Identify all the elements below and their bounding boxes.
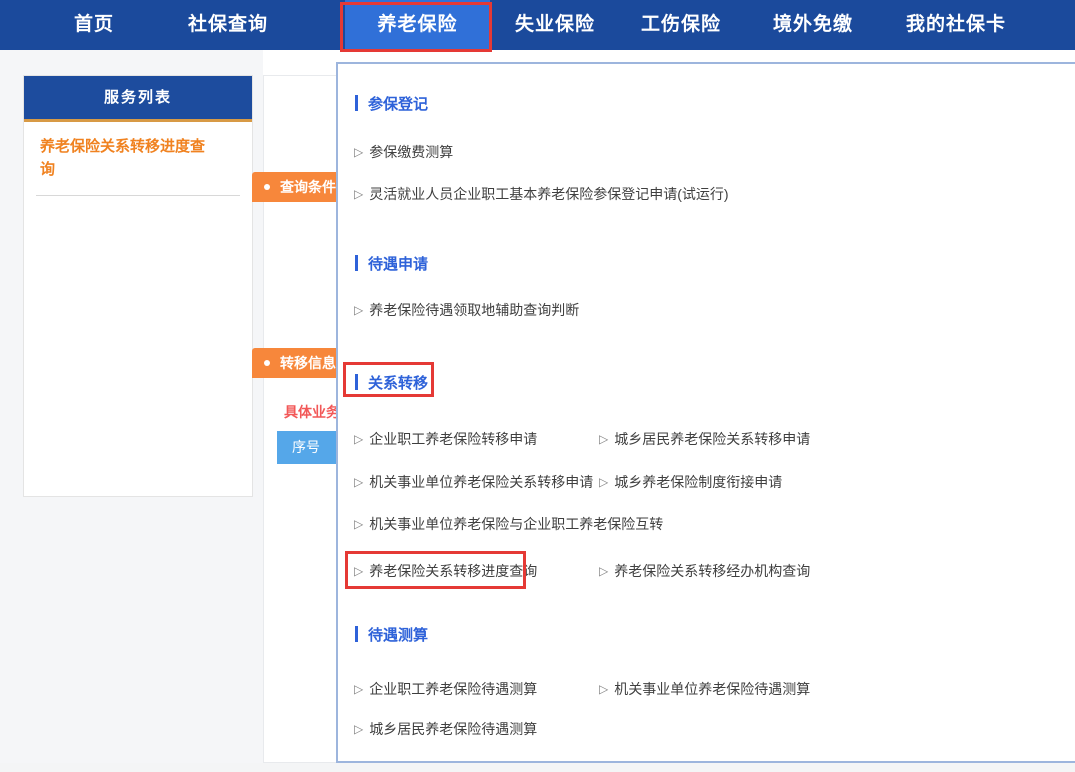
menu-item-label: 企业职工养老保险转移申请: [369, 429, 537, 449]
triangle-bullet-icon: ▷: [599, 432, 608, 446]
menu-item-urban-rural-resident-benefit-calculation[interactable]: ▷ 城乡居民养老保险待遇测算: [354, 719, 537, 739]
sidebar-item-transfer-progress-query[interactable]: 养老保险关系转移进度查询: [24, 122, 252, 193]
query-conditions-badge: 查询条件: [252, 172, 348, 202]
menu-item-label: 养老保险关系转移经办机构查询: [614, 561, 810, 581]
transfer-info-badge: 转移信息: [252, 348, 348, 378]
menu-item-enterprise-employee-benefit-calculation[interactable]: ▷ 企业职工养老保险待遇测算: [354, 679, 537, 699]
badge-dot-icon: [264, 360, 270, 366]
menu-item-label: 企业职工养老保险待遇测算: [369, 679, 537, 699]
section-benefit-application-title: 待遇申请: [368, 253, 428, 274]
query-conditions-badge-label: 查询条件: [280, 177, 336, 197]
nav-item-social-query[interactable]: 社保查询: [188, 0, 268, 50]
triangle-bullet-icon: ▷: [599, 564, 608, 578]
menu-item-label: 参保缴费测算: [369, 142, 453, 162]
nav-item-overseas-exemption[interactable]: 境外免缴: [773, 0, 853, 50]
section-relationship-transfer: 关系转移: [355, 372, 428, 392]
menu-item-label: 机关事业单位养老保险与企业职工养老保险互转: [369, 514, 663, 534]
section-benefit-application: 待遇申请: [355, 253, 428, 273]
menu-item-label: 机关事业单位养老保险待遇测算: [614, 679, 810, 699]
menu-item-label: 养老保险待遇领取地辅助查询判断: [369, 300, 579, 320]
section-bar-icon: [355, 626, 358, 642]
menu-item-label: 机关事业单位养老保险关系转移申请: [369, 472, 593, 492]
triangle-bullet-icon: ▷: [354, 682, 363, 696]
menu-item-label: 城乡居民养老保险关系转移申请: [614, 429, 810, 449]
menu-item-urban-rural-system-link-application[interactable]: ▷ 城乡养老保险制度衔接申请: [599, 472, 782, 492]
triangle-bullet-icon: ▷: [354, 517, 363, 531]
service-list-panel: 服务列表 养老保险关系转移进度查询: [23, 75, 253, 497]
menu-item-transfer-progress-query[interactable]: ▷ 养老保险关系转移进度查询: [354, 561, 537, 581]
triangle-bullet-icon: ▷: [599, 475, 608, 489]
menu-item-flexible-employment-registration[interactable]: ▷ 灵活就业人员企业职工基本养老保险参保登记申请(试运行): [354, 184, 729, 204]
triangle-bullet-icon: ▷: [354, 187, 363, 201]
triangle-bullet-icon: ▷: [354, 475, 363, 489]
menu-item-label: 城乡养老保险制度衔接申请: [614, 472, 782, 492]
specific-business-label: 具体业务: [284, 402, 340, 422]
left-column: 服务列表 养老保险关系转移进度查询: [0, 50, 263, 763]
section-benefit-calculation: 待遇测算: [355, 624, 428, 644]
menu-item-urban-rural-resident-transfer-application[interactable]: ▷ 城乡居民养老保险关系转移申请: [599, 429, 810, 449]
menu-item-label: 养老保险关系转移进度查询: [369, 561, 537, 581]
sidebar-divider: [36, 195, 240, 196]
section-bar-icon: [355, 255, 358, 271]
menu-item-label: 城乡居民养老保险待遇测算: [369, 719, 537, 739]
menu-item-benefit-location-query[interactable]: ▷ 养老保险待遇领取地辅助查询判断: [354, 300, 579, 320]
menu-item-enterprise-employee-transfer-application[interactable]: ▷ 企业职工养老保险转移申请: [354, 429, 537, 449]
top-navbar: 首页 社保查询 养老保险 失业保险 工伤保险 境外免缴 我的社保卡: [0, 0, 1075, 50]
menu-item-public-institution-benefit-calculation[interactable]: ▷ 机关事业单位养老保险待遇测算: [599, 679, 810, 699]
section-bar-icon: [355, 95, 358, 111]
menu-item-public-institution-transfer-application[interactable]: ▷ 机关事业单位养老保险关系转移申请: [354, 472, 593, 492]
section-bar-icon: [355, 374, 358, 390]
nav-item-my-social-card[interactable]: 我的社保卡: [906, 0, 1006, 50]
badge-dot-icon: [264, 184, 270, 190]
nav-item-work-injury[interactable]: 工伤保险: [641, 0, 721, 50]
triangle-bullet-icon: ▷: [354, 145, 363, 159]
triangle-bullet-icon: ▷: [599, 682, 608, 696]
nav-item-unemployment[interactable]: 失业保险: [515, 0, 595, 50]
menu-item-transfer-agency-query[interactable]: ▷ 养老保险关系转移经办机构查询: [599, 561, 810, 581]
menu-item-label: 灵活就业人员企业职工基本养老保险参保登记申请(试运行): [369, 184, 728, 204]
nav-item-home[interactable]: 首页: [74, 0, 114, 50]
section-registration: 参保登记: [355, 93, 428, 113]
service-list-title: 服务列表: [24, 76, 252, 122]
section-relationship-transfer-title: 关系转移: [368, 372, 428, 393]
triangle-bullet-icon: ▷: [354, 303, 363, 317]
nav-item-pension-insurance[interactable]: 养老保险: [345, 0, 490, 50]
section-benefit-calculation-title: 待遇测算: [368, 624, 428, 645]
section-registration-title: 参保登记: [368, 93, 428, 114]
triangle-bullet-icon: ▷: [354, 722, 363, 736]
triangle-bullet-icon: ▷: [354, 564, 363, 578]
bottom-strip: [0, 763, 1075, 772]
triangle-bullet-icon: ▷: [354, 432, 363, 446]
transfer-info-badge-label: 转移信息: [280, 353, 336, 373]
pension-dropdown-menu: 参保登记 ▷ 参保缴费测算 ▷ 灵活就业人员企业职工基本养老保险参保登记申请(试…: [336, 62, 1075, 763]
menu-item-institution-enterprise-mutual-transfer[interactable]: ▷ 机关事业单位养老保险与企业职工养老保险互转: [354, 514, 663, 534]
menu-item-contribution-calculation[interactable]: ▷ 参保缴费测算: [354, 142, 453, 162]
